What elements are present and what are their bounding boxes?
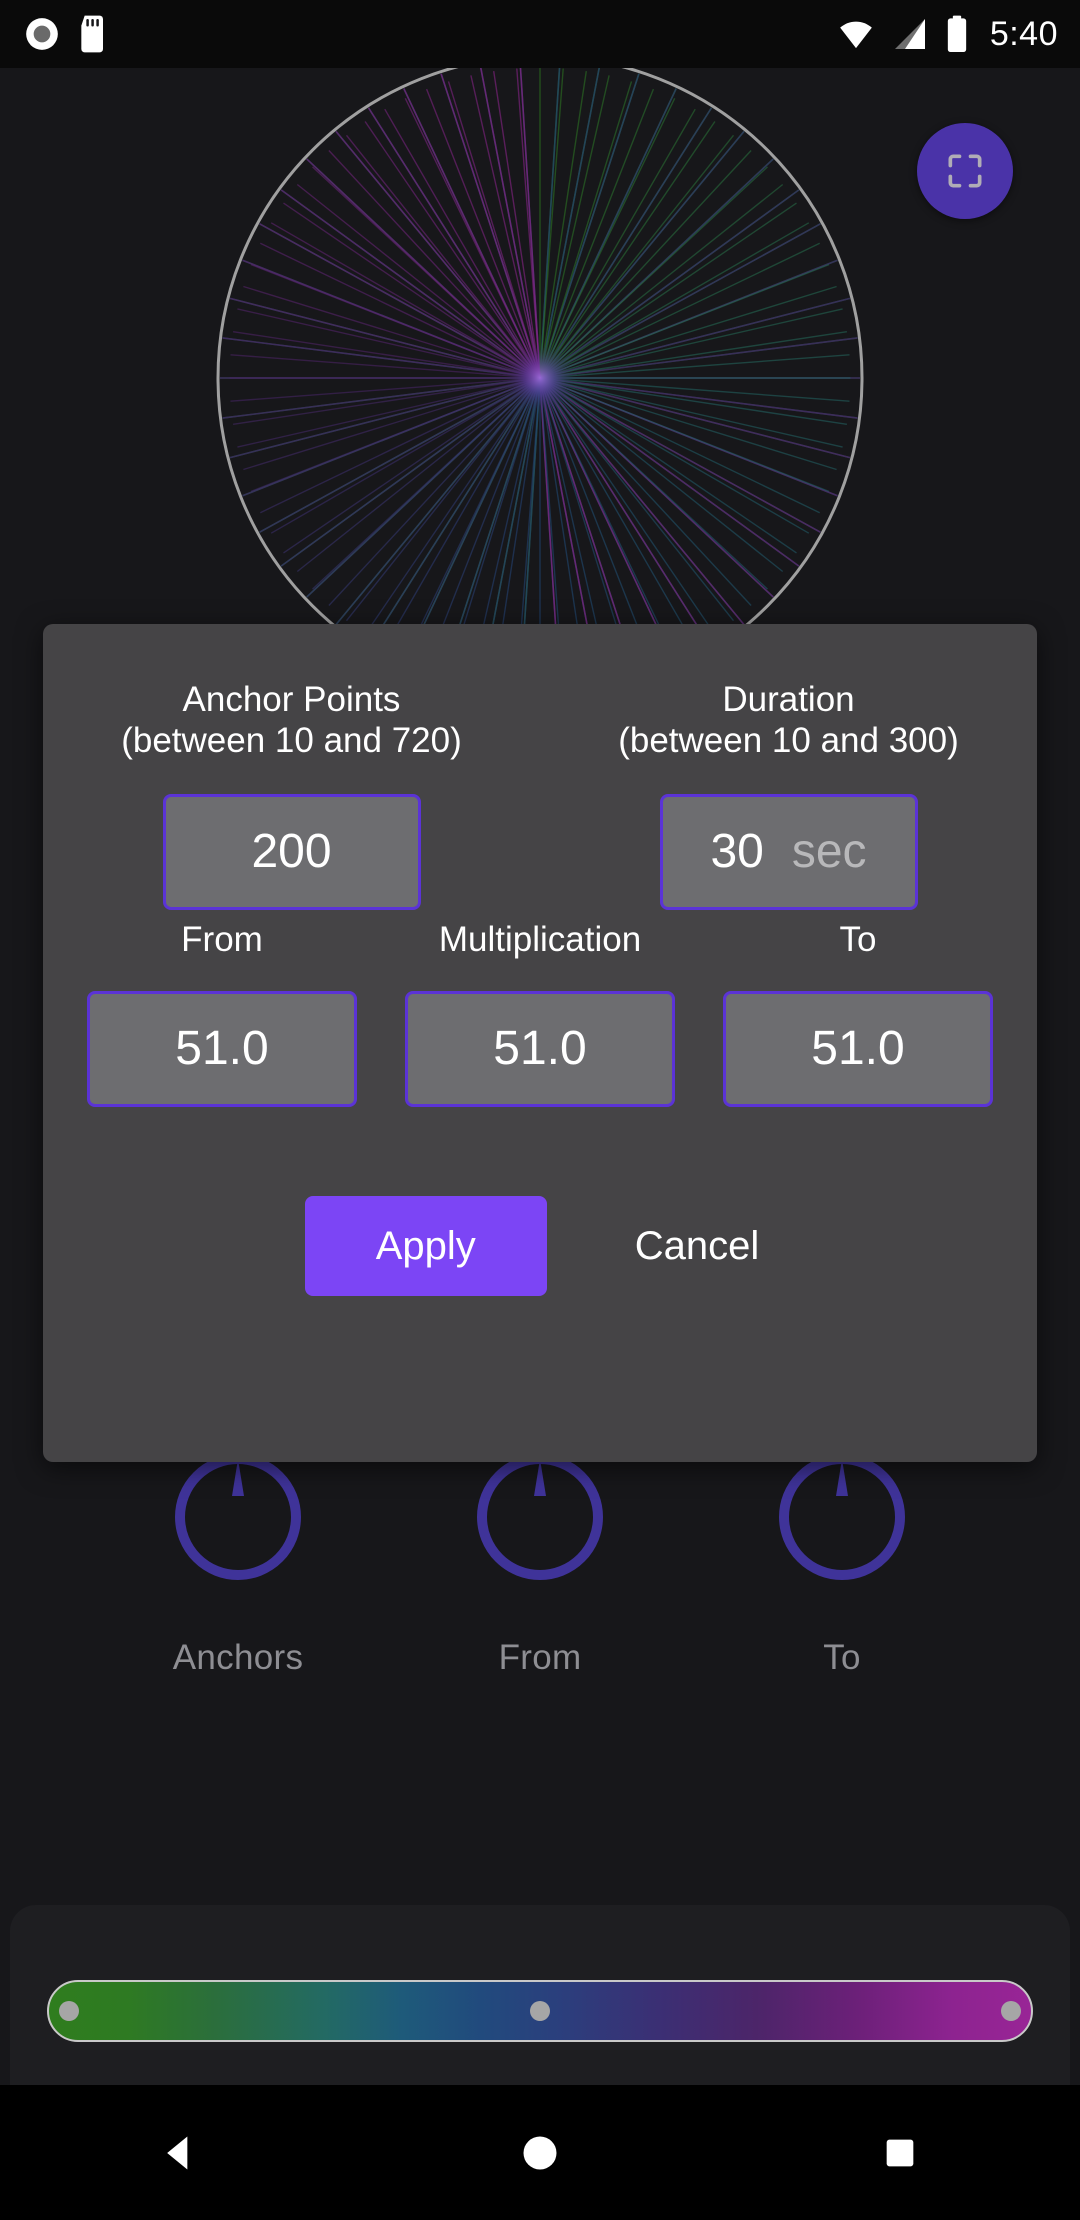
anchor-points-field-group: Anchor Points (between 10 and 720) 200 <box>43 680 540 910</box>
phone-screen: Anchors From To 5:40 Anchor Points (betw… <box>0 0 1080 2220</box>
apply-button[interactable]: Apply <box>304 1196 547 1296</box>
gradient-handle-start[interactable] <box>58 2001 79 2021</box>
multiplication-input[interactable]: 51.0 <box>405 990 675 1107</box>
duration-unit: sec <box>791 825 867 879</box>
wifi-icon <box>839 21 872 49</box>
to-label: To <box>839 920 877 959</box>
from-value: 51.0 <box>175 1022 269 1076</box>
to-field-group: To 51.0 <box>699 920 1017 1107</box>
knob-to-dial[interactable] <box>775 1450 909 1584</box>
duration-label: Duration (between 10 and 300) <box>618 680 959 762</box>
nav-back-button[interactable] <box>100 2085 260 2220</box>
gradient-handle-end[interactable] <box>1001 2001 1022 2021</box>
recents-icon <box>886 2139 914 2166</box>
anchor-points-value: 200 <box>251 825 332 879</box>
dialog-action-row: Apply Cancel <box>43 1196 1037 1296</box>
to-value: 51.0 <box>811 1022 905 1076</box>
duration-field-group: Duration (between 10 and 300) 30 sec <box>540 680 1037 910</box>
status-bar-right-icons: 5:40 <box>836 14 1058 54</box>
status-bar: 5:40 <box>0 0 1080 68</box>
nav-recents-button[interactable] <box>820 2085 980 2220</box>
knob-to-label: To <box>823 1638 861 1677</box>
back-icon <box>167 2136 188 2169</box>
from-field-group: From 51.0 <box>63 920 381 1107</box>
sd-card-icon <box>81 15 103 53</box>
knob-anchors[interactable]: Anchors <box>148 1450 328 1678</box>
fullscreen-icon <box>948 154 982 188</box>
cellular-signal-icon <box>894 19 925 49</box>
anchor-points-input[interactable]: 200 <box>162 793 421 910</box>
nav-home-button[interactable] <box>460 2085 620 2220</box>
cancel-button[interactable]: Cancel <box>619 1204 776 1289</box>
duration-value: 30 <box>710 825 764 879</box>
knob-from[interactable]: From <box>450 1450 630 1678</box>
knob-from-dial[interactable] <box>473 1450 607 1584</box>
knob-dial-icon <box>779 1454 905 1580</box>
gradient-handle-middle[interactable] <box>530 2001 550 2021</box>
status-bar-left-icons <box>22 14 110 54</box>
knob-anchors-dial[interactable] <box>171 1450 305 1584</box>
to-input[interactable]: 51.0 <box>723 990 993 1107</box>
knob-dial-icon <box>175 1454 301 1580</box>
from-label: From <box>181 920 263 959</box>
duration-label-line2: (between 10 and 300) <box>618 720 959 760</box>
battery-icon <box>947 15 966 52</box>
multiplication-value: 51.0 <box>493 1022 587 1076</box>
knob-anchors-label: Anchors <box>172 1638 304 1677</box>
anchor-points-label-line2: (between 10 and 720) <box>121 720 462 760</box>
center-glow <box>506 344 574 412</box>
anchor-points-label-line1: Anchor Points <box>182 680 401 719</box>
from-input[interactable]: 51.0 <box>87 990 357 1107</box>
dialog-top-row: Anchor Points (between 10 and 720) 200 D… <box>43 680 1037 910</box>
fullscreen-button[interactable] <box>917 123 1013 219</box>
color-gradient-slider[interactable] <box>47 1980 1033 2042</box>
status-bar-clock: 5:40 <box>989 15 1058 53</box>
settings-dialog: Anchor Points (between 10 and 720) 200 D… <box>43 624 1037 1462</box>
screen-record-icon <box>26 18 58 50</box>
anchor-points-label: Anchor Points (between 10 and 720) <box>121 680 462 762</box>
knob-row: Anchors From To <box>0 1450 1080 1678</box>
duration-label-line1: Duration <box>722 680 855 719</box>
duration-input[interactable]: 30 sec <box>659 793 918 910</box>
multiplication-label: Multiplication <box>438 920 642 959</box>
home-icon <box>523 2136 557 2169</box>
android-nav-bar <box>0 2085 1080 2220</box>
multiplication-field-group: Multiplication 51.0 <box>381 920 699 1107</box>
knob-from-label: From <box>498 1638 582 1677</box>
knob-to[interactable]: To <box>752 1450 932 1678</box>
dialog-middle-row: From 51.0 Multiplication 51.0 To 51.0 <box>43 920 1037 1107</box>
knob-dial-icon <box>477 1454 603 1580</box>
